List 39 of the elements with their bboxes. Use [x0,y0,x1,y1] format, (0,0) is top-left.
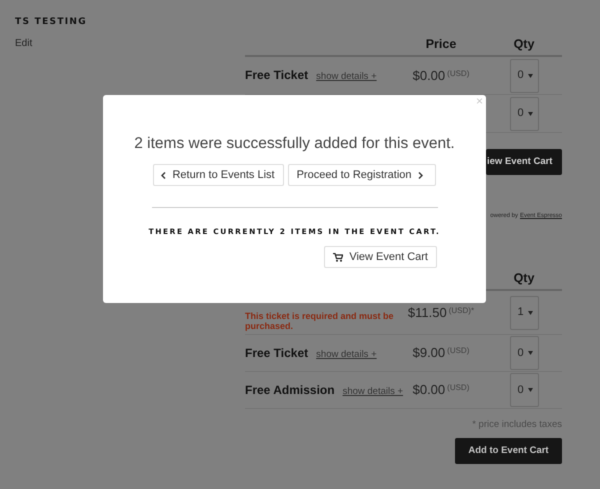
chevron-right-icon [418,172,423,179]
column-header: Price [426,36,456,53]
edit-link[interactable]: Edit [15,36,32,50]
show-details-link[interactable]: show details + [316,70,377,85]
caret-icon [528,310,532,314]
ticket-name: Free Ticket [245,344,308,362]
ticket-name: Free Admission [245,382,335,399]
column-header: Qty [514,36,534,53]
ticket-price: $9.00 [412,345,446,360]
caret-icon [528,388,532,392]
quantity-select[interactable]: 0 [510,373,538,407]
ticket-price: $0.00 [412,68,446,82]
ticket-price: $0.00 [412,382,446,397]
success-message: 2 items were successfully added for this event. [133,134,456,154]
quantity-select[interactable]: 0 [510,336,538,370]
currency-label: (USD) [447,346,470,355]
quantity-select[interactable]: 0 [510,58,538,92]
chevron-left-icon [161,172,166,179]
caret-icon [528,112,532,116]
column-header: Qty [514,270,534,287]
currency-label: (USD) [447,68,470,78]
view-cart-button[interactable]: View Event Cart [324,246,437,268]
caret-icon [528,351,532,355]
ticket-price: $11.50 [408,304,447,320]
show-details-link[interactable]: show details + [316,348,377,362]
proceed-button[interactable]: Proceed to Registration [288,164,436,186]
view-cart-button[interactable]: iew Event Cart [486,149,562,175]
currency-label: (USD) [447,383,470,392]
caret-icon [528,74,532,78]
required-note: This ticket is required and must be purchased. [245,312,395,331]
ticket-name: Free Ticket [245,67,308,84]
event-title: TS TESTING [15,16,88,29]
quantity-select[interactable]: 1 [510,296,538,330]
add-to-cart-button[interactable]: Add to Event Cart [455,438,562,464]
show-details-link[interactable]: show details + [342,384,404,400]
return-button[interactable]: Return to Events List [153,164,284,186]
quantity-select[interactable]: 0 [510,96,538,130]
cart-icon [333,252,344,262]
currency-label: (USD)* [448,306,474,314]
